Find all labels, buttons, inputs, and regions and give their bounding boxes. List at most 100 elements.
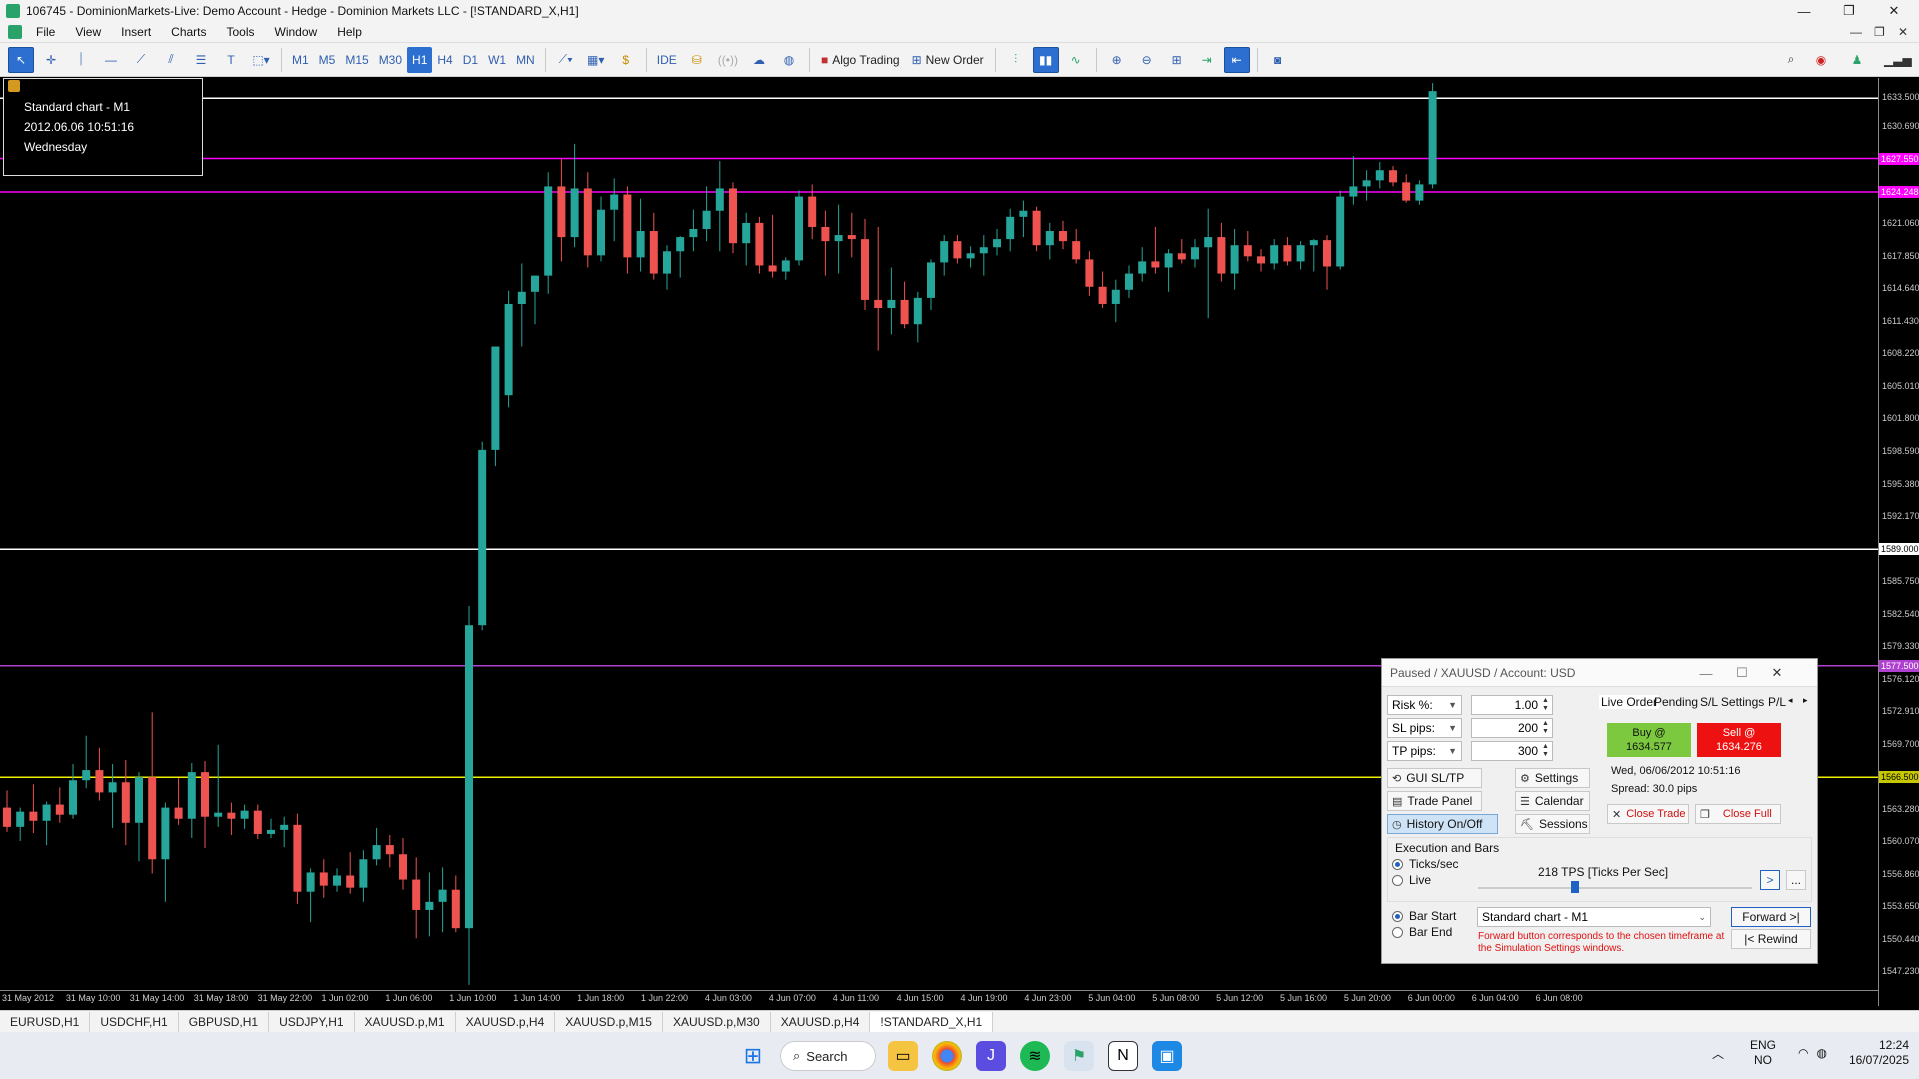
signals-icon[interactable]: ((•))	[714, 47, 742, 73]
sessions-button[interactable]: ⛏ Sessions	[1515, 814, 1590, 834]
tab-standard-x-h1[interactable]: !STANDARD_X,H1	[870, 1011, 994, 1032]
sell-button[interactable]: Sell @ 1634.276	[1697, 723, 1781, 757]
signal-bars-icon[interactable]: ▁▃▅	[1880, 47, 1916, 73]
chrome-icon[interactable]	[932, 1041, 962, 1071]
timeframe-d1[interactable]: D1	[458, 47, 483, 73]
menu-file[interactable]: File	[26, 25, 65, 39]
file-explorer-icon[interactable]: ▭	[888, 1041, 918, 1071]
wifi-icon[interactable]: ◠	[1798, 1046, 1808, 1060]
tab-xauusd-m1[interactable]: XAUUSD.p,M1	[355, 1011, 456, 1032]
crosshair-tool-icon[interactable]: ✛	[38, 47, 64, 73]
chart-shift-icon[interactable]: ⇤	[1223, 46, 1250, 73]
bar-start-radio[interactable]: Bar Start	[1392, 909, 1456, 923]
horizontal-line-icon[interactable]: ―	[98, 47, 124, 73]
algo-trading-button[interactable]: ■ Algo Trading	[817, 47, 904, 73]
fibonacci-icon[interactable]: ☰	[188, 47, 214, 73]
panel-maximize-icon[interactable]: ☐	[1731, 663, 1753, 683]
timeframe-w1[interactable]: W1	[483, 47, 511, 73]
chart-select[interactable]: Standard chart - M1 ⌄	[1477, 907, 1711, 927]
account-icon[interactable]: ♟	[1844, 47, 1870, 73]
timeframe-m5[interactable]: M5	[314, 47, 341, 73]
tps-slider-track[interactable]	[1478, 887, 1752, 889]
tab-xauusd-h4-2[interactable]: XAUUSD.p,H4	[771, 1011, 871, 1032]
timeframe-m1[interactable]: M1	[287, 47, 314, 73]
tab-pl[interactable]: P/L	[1768, 695, 1786, 709]
tab-sl-settings[interactable]: S/L Settings	[1700, 695, 1764, 709]
spotify-icon[interactable]: ≋	[1020, 1041, 1050, 1071]
tab-eurusd-h1[interactable]: EURUSD,H1	[0, 1011, 91, 1032]
screenshot-icon[interactable]: ◙	[1265, 47, 1291, 73]
vps-cloud-icon[interactable]: ☁	[746, 47, 772, 73]
timeframe-m15[interactable]: M15	[340, 47, 373, 73]
market-bag-icon[interactable]: ⛁	[684, 47, 710, 73]
maximize-button[interactable]: ❐	[1826, 0, 1872, 22]
timeframe-h4[interactable]: H4	[432, 47, 457, 73]
minimize-button[interactable]: —	[1781, 0, 1827, 22]
app-icon[interactable]: J	[976, 1041, 1006, 1071]
tab-live-order[interactable]: Live Order	[1599, 695, 1660, 709]
close-trade-button[interactable]: ✕ Close Trade	[1607, 804, 1689, 824]
menu-help[interactable]: Help	[327, 25, 372, 39]
channel-icon[interactable]: ⫽	[158, 47, 184, 73]
trendline-icon[interactable]: ⟋	[128, 47, 154, 73]
bar-end-radio[interactable]: Bar End	[1392, 925, 1452, 939]
new-order-button[interactable]: ⊞ New Order	[908, 47, 988, 73]
child-restore-icon[interactable]: ❐	[1874, 25, 1885, 39]
window-app-icon[interactable]: ▣	[1152, 1041, 1182, 1071]
tp-select[interactable]: TP pips: ▼	[1387, 741, 1462, 761]
live-radio[interactable]: Live	[1392, 873, 1431, 887]
time-scale[interactable]: 31 May 2012 31 May 10:00 31 May 14:00 31 Ma…	[0, 990, 1878, 1006]
indicators-icon[interactable]: ▦▾	[583, 47, 609, 73]
zoom-in-icon[interactable]: ⊕	[1104, 47, 1130, 73]
language-indicator[interactable]: ENG NO	[1750, 1038, 1776, 1068]
spinner-icon[interactable]: ▲ ▼	[1540, 743, 1551, 759]
tab-scroll-left-icon[interactable]: ◂	[1788, 695, 1793, 706]
spinner-icon[interactable]: ▲ ▼	[1540, 697, 1551, 713]
buy-button[interactable]: Buy @ 1634.577	[1607, 723, 1691, 757]
vertical-line-icon[interactable]: ⏐	[68, 47, 94, 73]
more-button[interactable]: ...	[1786, 870, 1806, 890]
clock[interactable]: 12:24 16/07/2025	[1849, 1038, 1909, 1068]
cursor-tool-icon[interactable]: ↖	[8, 46, 34, 73]
timeframe-mn[interactable]: MN	[511, 47, 540, 73]
settings-button[interactable]: ⚙ Settings	[1515, 768, 1590, 788]
candlestick-chart-icon[interactable]: ▮▮	[1032, 46, 1059, 73]
tab-pending[interactable]: Pending	[1654, 695, 1698, 709]
sl-input[interactable]: 200 ▲ ▼	[1471, 718, 1553, 738]
bar-chart-icon[interactable]: ⫶	[1003, 47, 1029, 73]
tab-xauusd-m15[interactable]: XAUUSD.p,M15	[555, 1011, 663, 1032]
metatrader-icon[interactable]: ⚑	[1064, 1041, 1094, 1071]
panel-close-icon[interactable]: ✕	[1766, 663, 1788, 683]
menu-insert[interactable]: Insert	[111, 25, 161, 39]
menu-charts[interactable]: Charts	[161, 25, 216, 39]
menu-window[interactable]: Window	[265, 25, 328, 39]
menu-tools[interactable]: Tools	[217, 25, 265, 39]
dollar-icon[interactable]: $	[613, 47, 639, 73]
tab-scroll-right-icon[interactable]: ▸	[1803, 695, 1808, 706]
history-toggle-button[interactable]: ◷ History On/Off	[1387, 814, 1498, 834]
child-minimize-icon[interactable]: —	[1850, 25, 1862, 39]
notion-icon[interactable]: N	[1108, 1041, 1138, 1071]
ide-button[interactable]: IDE	[652, 47, 682, 73]
calendar-button[interactable]: ☰ Calendar	[1515, 791, 1590, 811]
close-button[interactable]: ✕	[1871, 0, 1917, 22]
price-scale[interactable]: 1633.500 1630.690 1621.060 1617.850 1614.640…	[1878, 78, 1919, 1006]
tab-usdchf-h1[interactable]: USDCHF,H1	[90, 1011, 179, 1032]
trade-panel-button[interactable]: ▤ Trade Panel	[1387, 791, 1482, 811]
rewind-button[interactable]: |< Rewind	[1731, 929, 1811, 949]
tab-xauusd-m30[interactable]: XAUUSD.p,M30	[663, 1011, 771, 1032]
timeframe-h1[interactable]: H1	[407, 46, 433, 73]
risk-select[interactable]: Risk %: ▼	[1387, 695, 1462, 715]
timeframe-m30[interactable]: M30	[374, 47, 407, 73]
next-speed-button[interactable]: >	[1760, 870, 1780, 890]
volume-icon[interactable]: ◍	[1816, 1046, 1826, 1060]
tp-input[interactable]: 300 ▲ ▼	[1471, 741, 1553, 761]
child-close-icon[interactable]: ✕	[1898, 25, 1908, 39]
risk-input[interactable]: 1.00 ▲ ▼	[1471, 695, 1553, 715]
autoscroll-icon[interactable]: ⇥	[1194, 47, 1220, 73]
search-icon[interactable]: ⌕	[1778, 47, 1804, 73]
close-full-button[interactable]: ❐ Close Full	[1695, 804, 1781, 824]
tab-usdjpy-h1[interactable]: USDJPY,H1	[269, 1011, 355, 1032]
sl-select[interactable]: SL pips: ▼	[1387, 718, 1462, 738]
text-tool-icon[interactable]: T	[218, 47, 244, 73]
